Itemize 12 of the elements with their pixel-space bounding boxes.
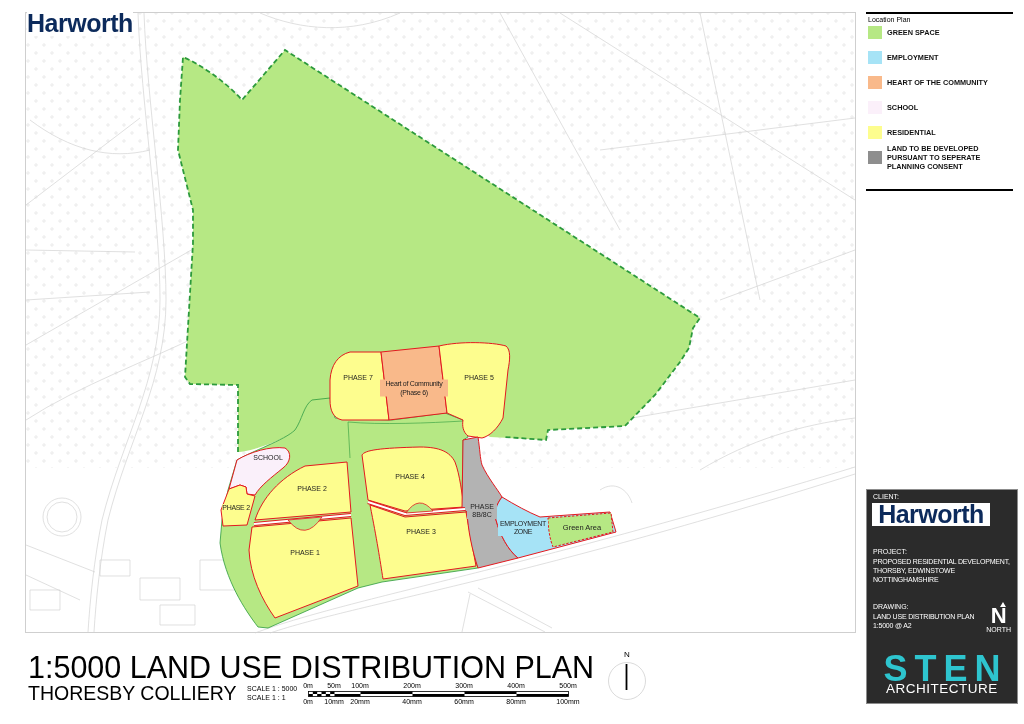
compass-letter: N [624, 651, 630, 659]
client-logo: Harworth [872, 503, 990, 526]
north-letter: N [990, 607, 1007, 625]
open-space-area [405, 502, 434, 514]
arrow-up-icon [999, 602, 1006, 607]
site-name: THORESBY COLLIERY [28, 682, 237, 703]
plan-title: 1:5000 LAND USE DISTRIBUTION PLAN [28, 652, 595, 683]
architect-name: ARCHITECTURE [886, 683, 998, 695]
company-logo: Harworth [27, 10, 133, 36]
architect-logo: STEN [882, 655, 1008, 683]
compass-icon [608, 662, 646, 700]
open-space-area [287, 516, 323, 531]
